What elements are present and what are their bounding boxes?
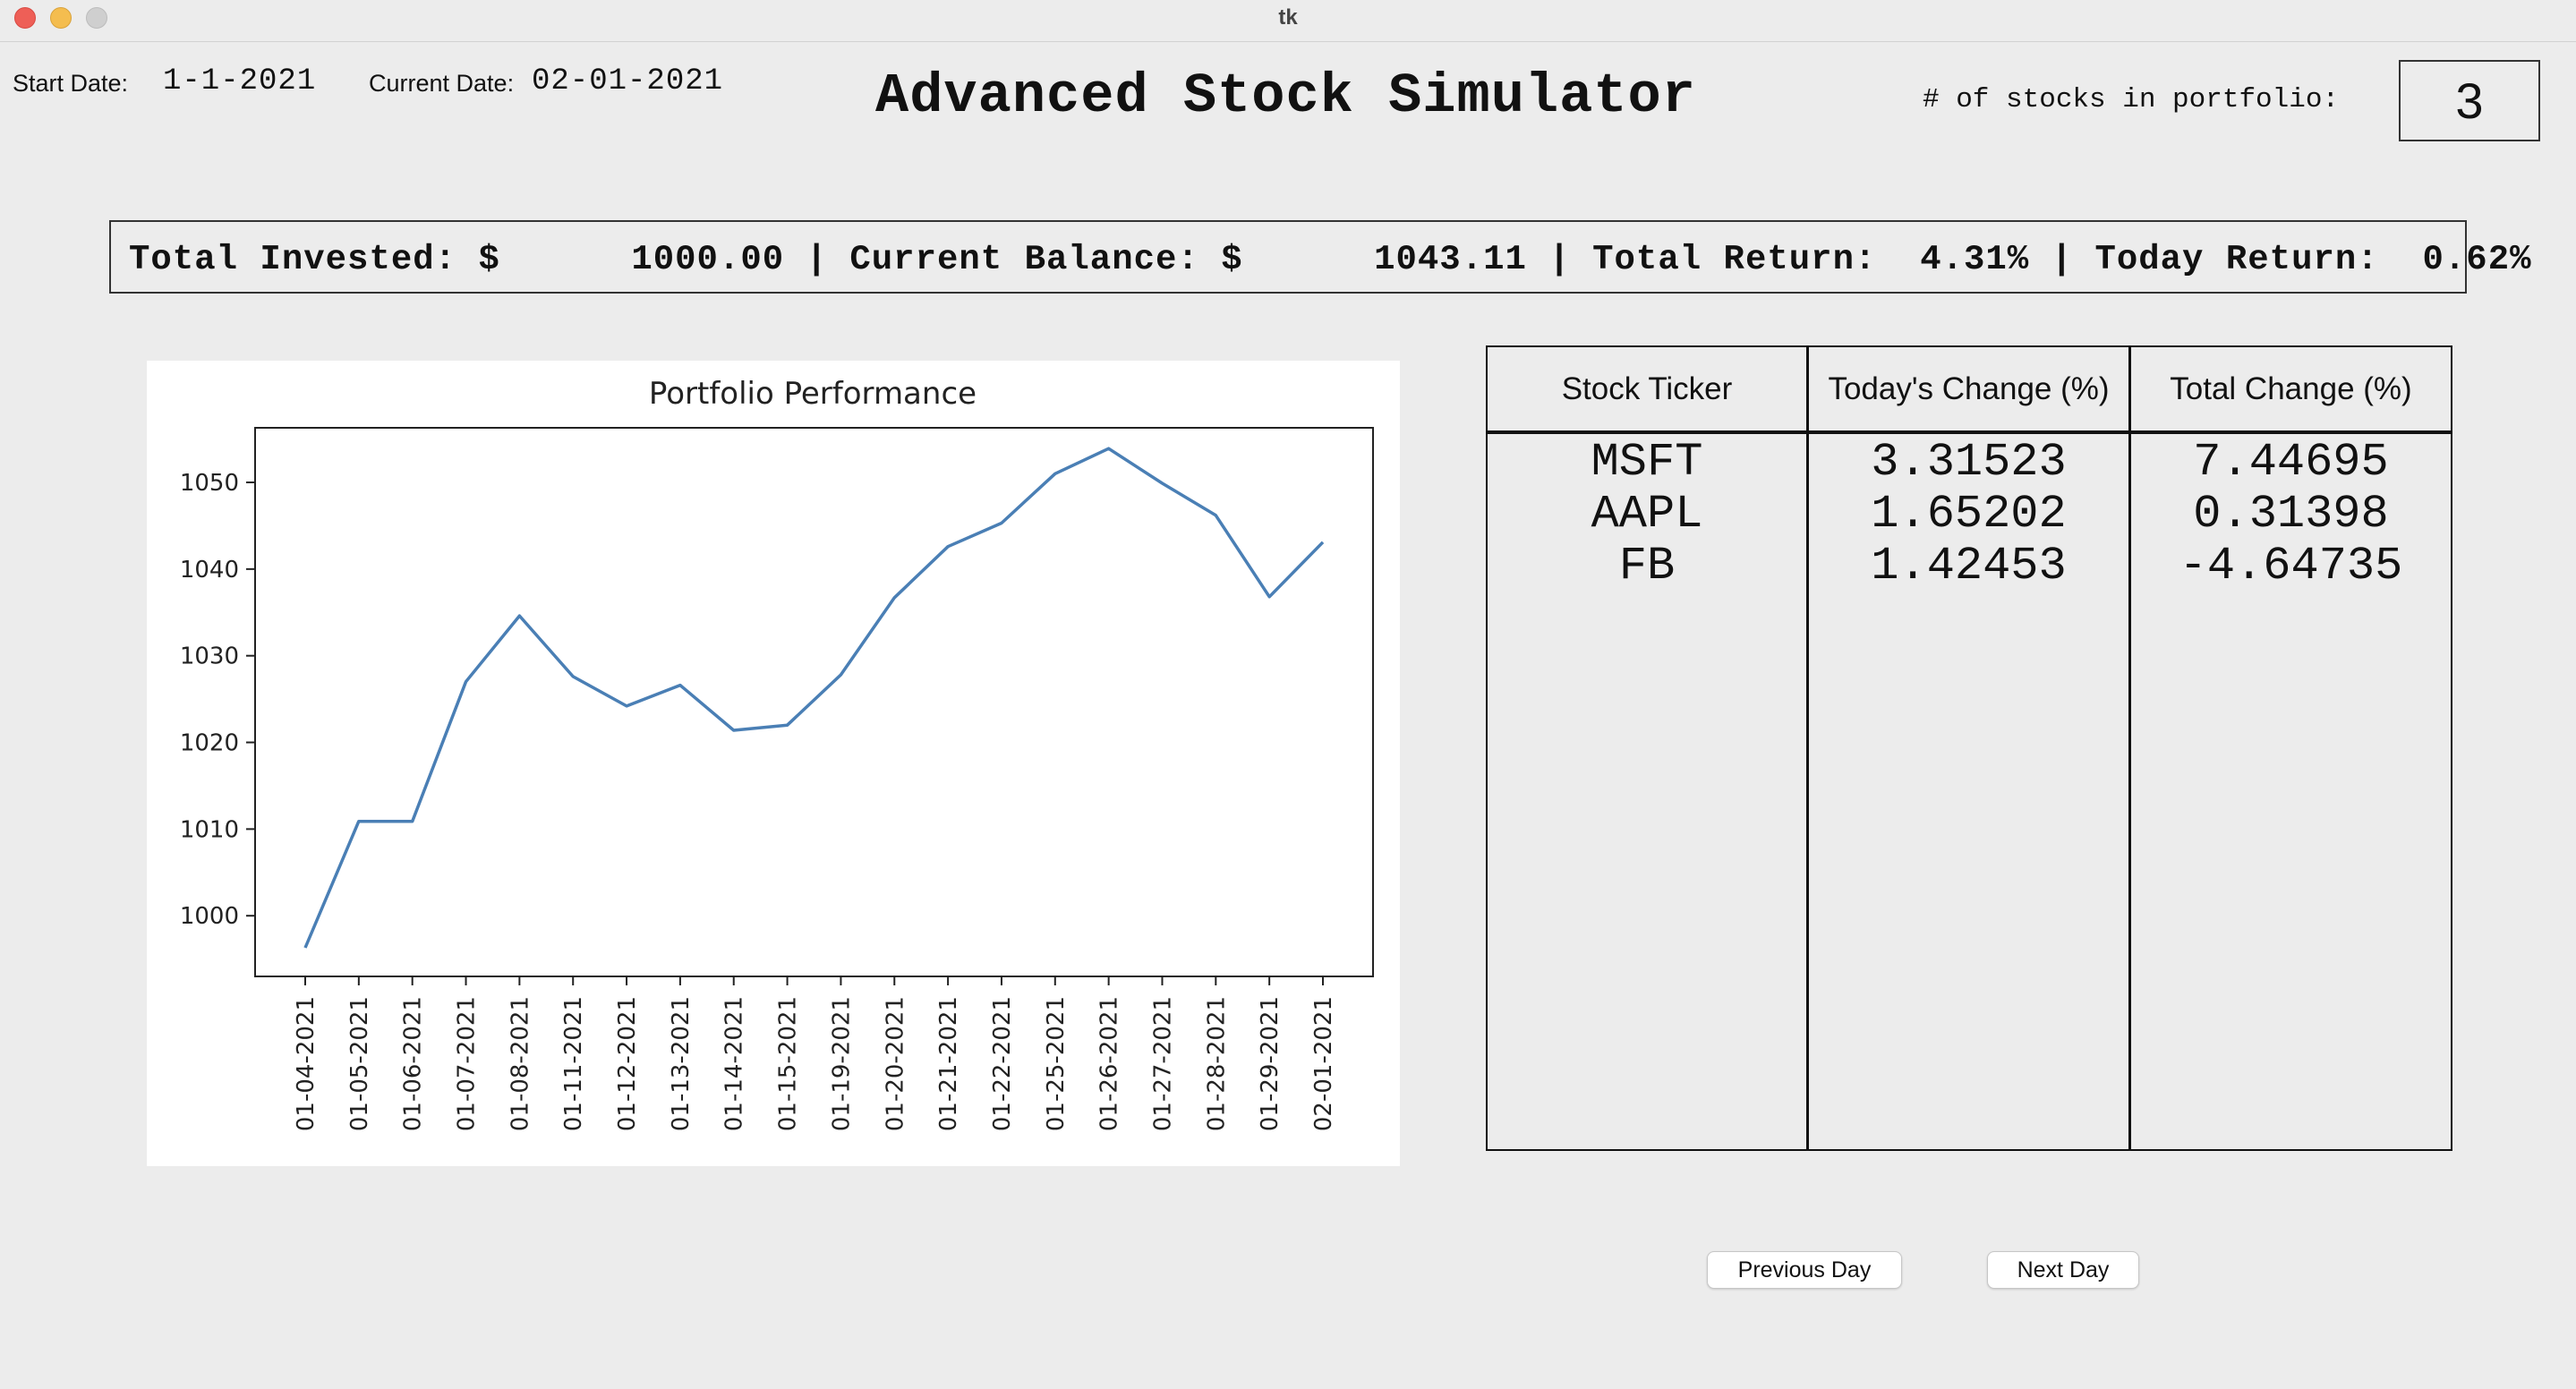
x-tick-label: 01-27-2021 — [1149, 996, 1176, 1131]
column-header-ticker: Stock Ticker — [1488, 347, 1806, 434]
portfolio-summary-text: Total Invested: $ 1000.00 | Current Bala… — [129, 240, 2532, 279]
today-return-value: 0.62% — [2422, 240, 2532, 279]
previous-day-button[interactable]: Previous Day — [1707, 1251, 1902, 1289]
x-tick-label: 01-25-2021 — [1043, 996, 1070, 1131]
x-tick-label: 01-29-2021 — [1257, 996, 1284, 1131]
chart-canvas: Portfolio Performance 1000 1010 1020 1030 10… — [180, 376, 1374, 1131]
ticker-cell: MSFT — [1591, 435, 1703, 489]
y-tick-label: 1010 — [180, 816, 239, 843]
window-titlebar: tk — [0, 0, 2576, 42]
todays-change-cell: 3.31523 — [1871, 435, 2067, 489]
total-return-value: 4.31% — [1920, 240, 2030, 279]
total-change-cell: 7.44695 — [2193, 435, 2389, 489]
x-tick-label: 01-22-2021 — [989, 996, 1016, 1131]
x-tick-label: 02-01-2021 — [1310, 996, 1337, 1131]
separator: | — [806, 240, 828, 279]
stock-count-label: # of stocks in portfolio: — [1923, 84, 2340, 115]
total-invested-label: Total Invested: $ — [129, 240, 500, 279]
total-change-column: Total Change (%) 7.44695 0.31398 -4.6473… — [2131, 347, 2451, 1149]
y-tick-label: 1050 — [180, 470, 239, 497]
y-tick-label: 1000 — [180, 903, 239, 930]
ticker-column: Stock Ticker MSFT AAPL FB — [1488, 347, 1809, 1149]
x-tick-label: 01-28-2021 — [1203, 996, 1230, 1131]
x-tick-label: 01-19-2021 — [828, 996, 855, 1131]
x-tick-label: 01-21-2021 — [935, 996, 962, 1131]
portfolio-summary-bar: Total Invested: $ 1000.00 | Current Bala… — [109, 220, 2531, 294]
separator: | — [2051, 240, 2074, 279]
app-title: Advanced Stock Simulator — [875, 64, 1696, 128]
x-tick-label: 01-12-2021 — [614, 996, 641, 1131]
y-tick-label: 1020 — [180, 730, 239, 757]
x-tick-label: 01-07-2021 — [454, 996, 481, 1131]
x-tick-label: 01-08-2021 — [507, 996, 533, 1131]
x-tick-label: 01-15-2021 — [775, 996, 802, 1131]
current-balance-value: 1043.11 — [1374, 240, 1527, 279]
window-title: tk — [1278, 5, 1298, 30]
y-tick-label: 1030 — [180, 643, 239, 670]
stock-table: Stock Ticker MSFT AAPL FB Today's Change… — [1486, 345, 2452, 1151]
todays-change-cell: 1.42453 — [1871, 539, 2067, 592]
x-tick-label: 01-26-2021 — [1096, 996, 1123, 1131]
total-return-label: Total Return: — [1592, 240, 1877, 279]
ticker-cell: FB — [1618, 539, 1676, 592]
today-return-label: Today Return: — [2094, 240, 2379, 279]
y-tick-label: 1040 — [180, 557, 239, 584]
column-header-total-change: Total Change (%) — [2131, 347, 2451, 434]
stock-count-display: 3 — [2399, 60, 2540, 141]
total-change-cell: -4.64735 — [2179, 539, 2403, 592]
x-tick-label: 01-06-2021 — [400, 996, 427, 1131]
ticker-cell: AAPL — [1591, 487, 1703, 541]
chart-title: Portfolio Performance — [649, 376, 977, 412]
separator: | — [1548, 240, 1571, 279]
x-tick-label: 01-20-2021 — [882, 996, 908, 1131]
x-tick-label: 01-11-2021 — [560, 996, 587, 1131]
todays-change-cell: 1.65202 — [1871, 487, 2067, 541]
x-tick-label: 01-04-2021 — [293, 996, 320, 1131]
x-tick-label: 01-13-2021 — [668, 996, 695, 1131]
series-line — [303, 447, 1325, 949]
start-date-value: 1-1-2021 — [163, 64, 317, 98]
start-date-label: Start Date: — [13, 70, 129, 97]
current-date-value: 02-01-2021 — [532, 64, 724, 98]
x-tick-label: 01-14-2021 — [721, 996, 748, 1131]
current-balance-label: Current Balance: $ — [849, 240, 1243, 279]
todays-change-column: Today's Change (%) 3.31523 1.65202 1.424… — [1809, 347, 2131, 1149]
total-invested-value: 1000.00 — [631, 240, 785, 279]
column-header-todays-change: Today's Change (%) — [1809, 347, 2128, 434]
x-tick-label: 01-05-2021 — [346, 996, 373, 1131]
next-day-button[interactable]: Next Day — [1987, 1251, 2139, 1289]
current-date-label: Current Date: — [369, 70, 515, 97]
total-change-cell: 0.31398 — [2193, 487, 2389, 541]
portfolio-performance-chart: Portfolio Performance 1000 1010 1020 1030 10… — [147, 361, 1400, 1166]
